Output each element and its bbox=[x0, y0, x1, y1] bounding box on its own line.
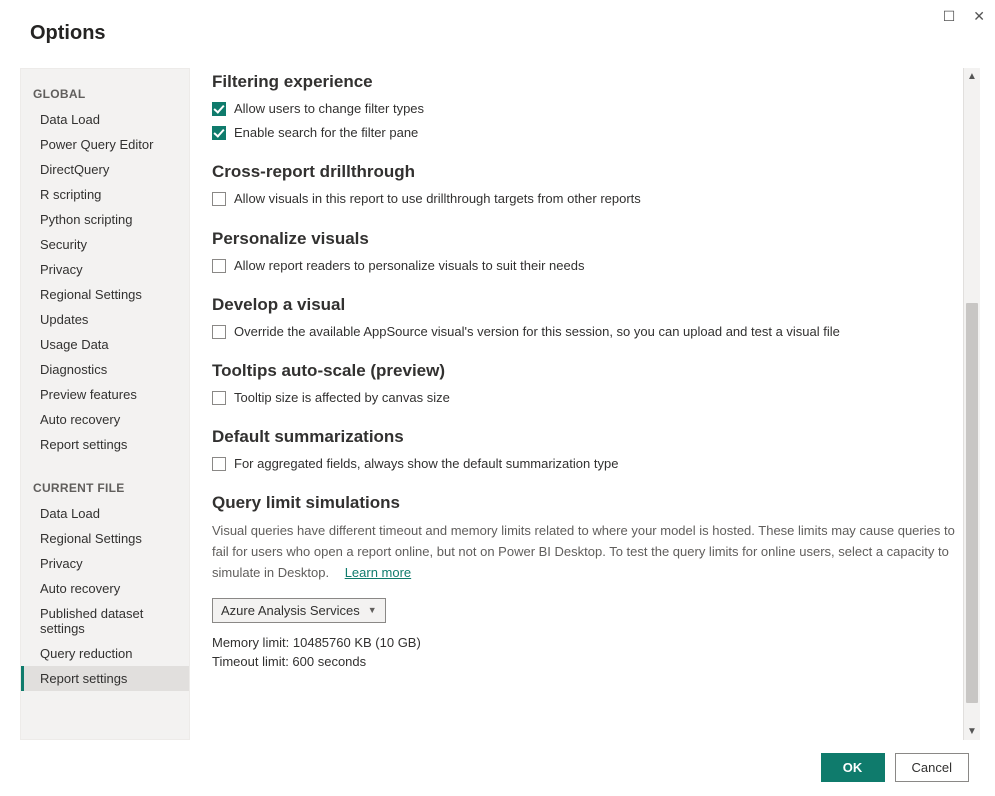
vertical-scrollbar[interactable]: ▲ ▼ bbox=[963, 68, 980, 740]
sidebar-section-current-file: CURRENT FILE bbox=[21, 473, 189, 501]
sidebar-item[interactable]: Python scripting bbox=[21, 207, 189, 232]
sidebar-item[interactable]: Report settings bbox=[21, 432, 189, 457]
sidebar-item[interactable]: Preview features bbox=[21, 382, 189, 407]
checkbox-tooltip-autoscale[interactable] bbox=[212, 391, 226, 405]
section-heading-tooltips: Tooltips auto-scale (preview) bbox=[212, 361, 955, 381]
sidebar-item[interactable]: Privacy bbox=[21, 551, 189, 576]
checkbox-label: Override the available AppSource visual'… bbox=[234, 323, 840, 341]
sidebar-item[interactable]: DirectQuery bbox=[21, 157, 189, 182]
checkbox-enable-search-filter-pane[interactable] bbox=[212, 126, 226, 140]
learn-more-link[interactable]: Learn more bbox=[345, 565, 411, 580]
checkbox-default-summarization[interactable] bbox=[212, 457, 226, 471]
checkbox-label: Tooltip size is affected by canvas size bbox=[234, 389, 450, 407]
sidebar-item[interactable]: Updates bbox=[21, 307, 189, 332]
sidebar-item[interactable]: Data Load bbox=[21, 107, 189, 132]
chevron-down-icon: ▼ bbox=[368, 605, 377, 615]
close-icon[interactable]: ✕ bbox=[973, 8, 985, 25]
checkbox-label: Allow users to change filter types bbox=[234, 100, 424, 118]
capacity-dropdown[interactable]: Azure Analysis Services ▼ bbox=[212, 598, 386, 623]
sidebar-item[interactable]: Query reduction bbox=[21, 641, 189, 666]
dialog-title: Options bbox=[30, 22, 106, 45]
scroll-thumb[interactable] bbox=[966, 303, 978, 703]
checkbox-label: Allow report readers to personalize visu… bbox=[234, 257, 584, 275]
sidebar-item[interactable]: Data Load bbox=[21, 501, 189, 526]
timeout-limit-text: Timeout limit: 600 seconds bbox=[212, 654, 955, 669]
checkbox-label: Enable search for the filter pane bbox=[234, 124, 418, 142]
checkbox-develop-visual[interactable] bbox=[212, 325, 226, 339]
checkbox-label: For aggregated fields, always show the d… bbox=[234, 455, 618, 473]
sidebar-item[interactable]: R scripting bbox=[21, 182, 189, 207]
maximize-icon[interactable]: ☐ bbox=[943, 8, 956, 25]
sidebar-item[interactable]: Auto recovery bbox=[21, 576, 189, 601]
content-panel: Filtering experience Allow users to chan… bbox=[212, 68, 963, 740]
sidebar-item[interactable]: Diagnostics bbox=[21, 357, 189, 382]
section-heading-filtering: Filtering experience bbox=[212, 72, 955, 92]
sidebar-section-global: GLOBAL bbox=[21, 79, 189, 107]
cancel-button[interactable]: Cancel bbox=[895, 753, 969, 782]
section-heading-crossreport: Cross-report drillthrough bbox=[212, 162, 955, 182]
sidebar-item[interactable]: Regional Settings bbox=[21, 282, 189, 307]
section-heading-personalize: Personalize visuals bbox=[212, 229, 955, 249]
ok-button[interactable]: OK bbox=[821, 753, 885, 782]
sidebar-item[interactable]: Privacy bbox=[21, 257, 189, 282]
checkbox-label: Allow visuals in this report to use dril… bbox=[234, 190, 641, 208]
sidebar-item[interactable]: Usage Data bbox=[21, 332, 189, 357]
section-heading-default-summarizations: Default summarizations bbox=[212, 427, 955, 447]
sidebar-item[interactable]: Security bbox=[21, 232, 189, 257]
sidebar-item[interactable]: Auto recovery bbox=[21, 407, 189, 432]
checkbox-crossreport-drillthrough[interactable] bbox=[212, 192, 226, 206]
sidebar-item[interactable]: Report settings bbox=[21, 666, 189, 691]
sidebar-item[interactable]: Regional Settings bbox=[21, 526, 189, 551]
query-limit-description: Visual queries have different timeout an… bbox=[212, 521, 955, 583]
dropdown-value: Azure Analysis Services bbox=[221, 603, 360, 618]
checkbox-personalize-visuals[interactable] bbox=[212, 259, 226, 273]
scroll-up-icon[interactable]: ▲ bbox=[964, 68, 980, 85]
sidebar-item[interactable]: Published dataset settings bbox=[21, 601, 189, 641]
scroll-down-icon[interactable]: ▼ bbox=[964, 723, 980, 740]
section-heading-develop: Develop a visual bbox=[212, 295, 955, 315]
sidebar-item[interactable]: Power Query Editor bbox=[21, 132, 189, 157]
section-heading-query-limit: Query limit simulations bbox=[212, 493, 955, 513]
sidebar: GLOBALData LoadPower Query EditorDirectQ… bbox=[20, 68, 190, 740]
checkbox-allow-change-filter-types[interactable] bbox=[212, 102, 226, 116]
memory-limit-text: Memory limit: 10485760 KB (10 GB) bbox=[212, 635, 955, 650]
